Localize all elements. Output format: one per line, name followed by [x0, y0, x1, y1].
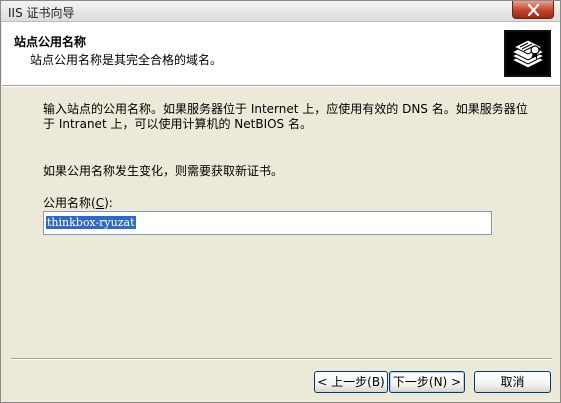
window-title: IIS 证书向导 [8, 6, 75, 20]
button-separator [11, 358, 552, 360]
cancel-button[interactable]: 取消 [474, 371, 551, 393]
wizard-header: 站点公用名称 站点公用名称是其完全合格的域名。 [2, 22, 560, 86]
wizard-window: IIS 证书向导 站点公用名称 站点公用名称是其完全合格的域名。 输入站点的公用… [0, 0, 561, 403]
next-button[interactable]: 下一步(N) > [389, 371, 465, 393]
label-prefix: 公用名称( [43, 196, 96, 210]
back-button[interactable]: < 上一步(B) [314, 371, 388, 393]
note-text: 如果公用名称发生变化，则需要获取新证书。 [43, 164, 284, 178]
close-button[interactable] [512, 1, 554, 19]
description-text: 输入站点的公用名称。如果服务器位于 Internet 上，应使用有效的 DNS … [43, 102, 528, 131]
label-hotkey: C [95, 196, 105, 210]
header-subtitle: 站点公用名称是其完全合格的域名。 [30, 53, 223, 67]
title-bar[interactable]: IIS 证书向导 [1, 1, 560, 22]
header-divider [2, 86, 560, 87]
certificate-icon [504, 30, 551, 77]
label-suffix: ): [104, 196, 113, 210]
next-button-label: 下一步(N) > [392, 375, 462, 389]
header-title: 站点公用名称 [14, 35, 87, 49]
close-icon [527, 4, 540, 16]
common-name-label: 公用名称(C): [43, 194, 113, 211]
common-name-value: thinkbox-ryuzat [46, 216, 136, 229]
common-name-input[interactable]: thinkbox-ryuzat [43, 211, 492, 235]
